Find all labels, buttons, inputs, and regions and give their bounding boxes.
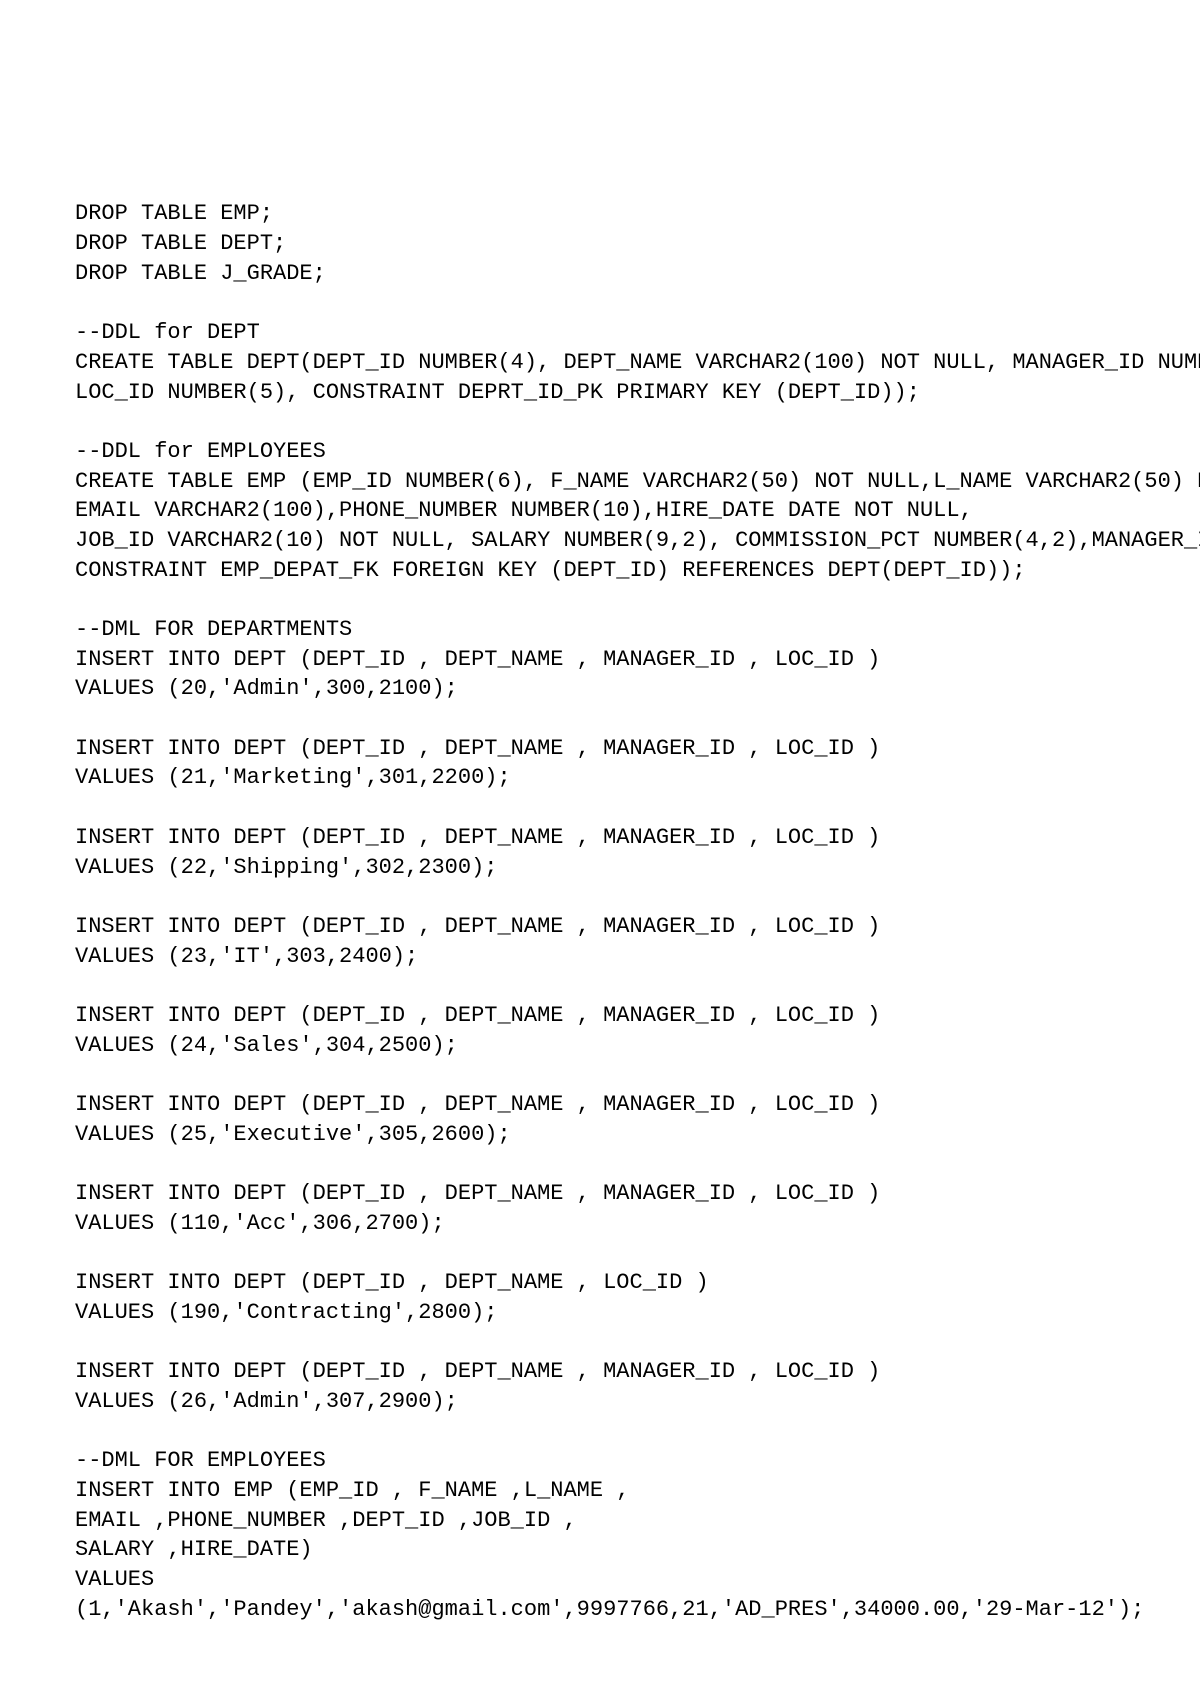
sql-code-block: DROP TABLE EMP; DROP TABLE DEPT; DROP TA… bbox=[75, 199, 1125, 1624]
sql-document: DROP TABLE EMP; DROP TABLE DEPT; DROP TA… bbox=[0, 0, 1200, 1654]
